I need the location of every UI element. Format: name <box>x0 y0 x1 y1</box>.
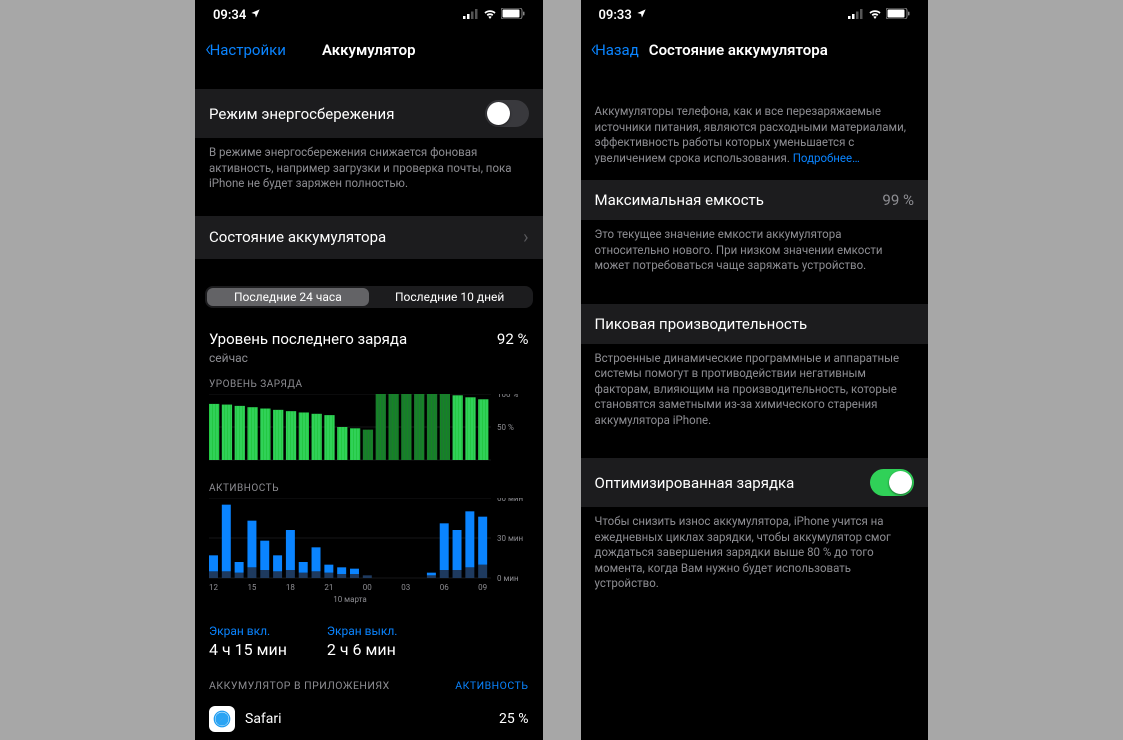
usage-summary: Экран вкл. 4 ч 15 мин Экран выкл. 2 ч 6 … <box>195 608 543 663</box>
app-row-safari[interactable]: Safari 25 % <box>195 698 543 740</box>
time-range-segment[interactable]: Последние 24 часа Последние 10 дней <box>205 286 533 308</box>
safari-icon <box>209 706 235 732</box>
phone-battery-health: 09:33 ‹ Назад Состояние аккумулятора Акк… <box>581 0 929 740</box>
svg-text:100 %: 100 % <box>497 394 518 399</box>
wifi-icon <box>483 8 497 23</box>
page-title: Состояние аккумулятора <box>649 41 828 59</box>
last-charge-sub: сейчас <box>209 351 407 365</box>
svg-text:18: 18 <box>286 583 295 592</box>
activity-label: АКТИВНОСТЬ <box>195 469 543 498</box>
svg-text:06: 06 <box>440 583 449 592</box>
low-power-label: Режим энергосбережения <box>209 105 394 123</box>
last-charge-title: Уровень последнего заряда <box>209 330 407 349</box>
optimized-charging-footer: Чтобы снизить износ аккумулятора, iPhone… <box>581 507 929 602</box>
intro-text: Аккумуляторы телефона, как и все перезар… <box>581 70 929 180</box>
svg-text:12: 12 <box>209 583 218 592</box>
max-capacity-value: 99 % <box>882 191 914 209</box>
battery-icon <box>501 8 525 23</box>
low-power-toggle[interactable] <box>485 100 529 127</box>
peak-performance-cell: Пиковая производительность <box>581 304 929 344</box>
low-power-footer: В режиме энергосбережения снижается фоно… <box>195 138 543 202</box>
status-time: 09:33 <box>599 8 632 23</box>
max-capacity-label: Максимальная емкость <box>595 191 764 209</box>
location-icon <box>636 8 647 23</box>
learn-more-link[interactable]: Подробнее… <box>793 151 860 165</box>
svg-text:15: 15 <box>247 583 256 592</box>
svg-text:09: 09 <box>478 583 487 592</box>
max-capacity-cell[interactable]: Максимальная емкость 99 % <box>581 180 929 220</box>
peak-performance-footer: Встроенные динамические программные и ап… <box>581 344 929 439</box>
svg-text:0 мин: 0 мин <box>497 574 519 583</box>
signal-icon <box>848 8 864 23</box>
status-bar: 09:33 <box>581 0 929 30</box>
chevron-right-icon: › <box>523 227 528 248</box>
svg-text:21: 21 <box>324 583 333 592</box>
svg-text:60 мин: 60 мин <box>497 498 523 503</box>
status-bar: 09:34 <box>195 0 543 30</box>
status-time: 09:34 <box>213 8 246 23</box>
low-power-mode-cell[interactable]: Режим энергосбережения <box>195 89 543 138</box>
last-charge-row: Уровень последнего заряда сейчас 92 % <box>195 318 543 365</box>
battery-health-label: Состояние аккумулятора <box>209 228 386 246</box>
nav-bar: ‹ Настройки Аккумулятор <box>195 30 543 70</box>
wifi-icon <box>868 8 882 23</box>
optimized-charging-label: Оптимизированная зарядка <box>595 474 795 492</box>
nav-bar: ‹ Назад Состояние аккумулятора <box>581 30 929 70</box>
back-button[interactable]: ‹ Назад <box>591 39 639 61</box>
svg-text:30 мин: 30 мин <box>497 534 523 543</box>
svg-text:00: 00 <box>363 583 372 592</box>
svg-text:03: 03 <box>401 583 410 592</box>
location-icon <box>250 8 261 23</box>
page-title: Аккумулятор <box>322 41 416 59</box>
apps-header: АККУМУЛЯТОР В ПРИЛОЖЕНИЯХ АКТИВНОСТЬ <box>195 663 543 698</box>
svg-text:10 марта: 10 марта <box>333 595 367 604</box>
seg-24h[interactable]: Последние 24 часа <box>207 288 369 306</box>
screen-off: Экран выкл. 2 ч 6 мин <box>327 624 398 659</box>
activity-link[interactable]: АКТИВНОСТЬ <box>455 679 528 692</box>
phone-battery-settings: 09:34 ‹ Настройки Аккумулятор Режим энер… <box>195 0 543 740</box>
charge-level-label: УРОВЕНЬ ЗАРЯДА <box>195 365 543 394</box>
peak-performance-label: Пиковая производительность <box>595 315 808 333</box>
charge-level-chart: 50 % 100 % <box>195 394 543 469</box>
back-button[interactable]: ‹ Настройки <box>205 39 286 61</box>
battery-health-cell[interactable]: Состояние аккумулятора › <box>195 216 543 259</box>
screen-on: Экран вкл. 4 ч 15 мин <box>209 624 287 659</box>
activity-chart: 0 мин 30 мин 60 мин 12 15 18 21 00 03 06 09 10 март… <box>195 498 543 608</box>
last-charge-value: 92 % <box>497 330 529 348</box>
battery-icon <box>886 8 910 23</box>
svg-text:50 %: 50 % <box>497 423 514 432</box>
max-capacity-footer: Это текущее значение емкости аккумулятор… <box>581 220 929 284</box>
optimized-charging-cell[interactable]: Оптимизированная зарядка <box>581 458 929 507</box>
seg-10d[interactable]: Последние 10 дней <box>369 288 531 306</box>
optimized-charging-toggle[interactable] <box>870 469 914 496</box>
signal-icon <box>463 8 479 23</box>
